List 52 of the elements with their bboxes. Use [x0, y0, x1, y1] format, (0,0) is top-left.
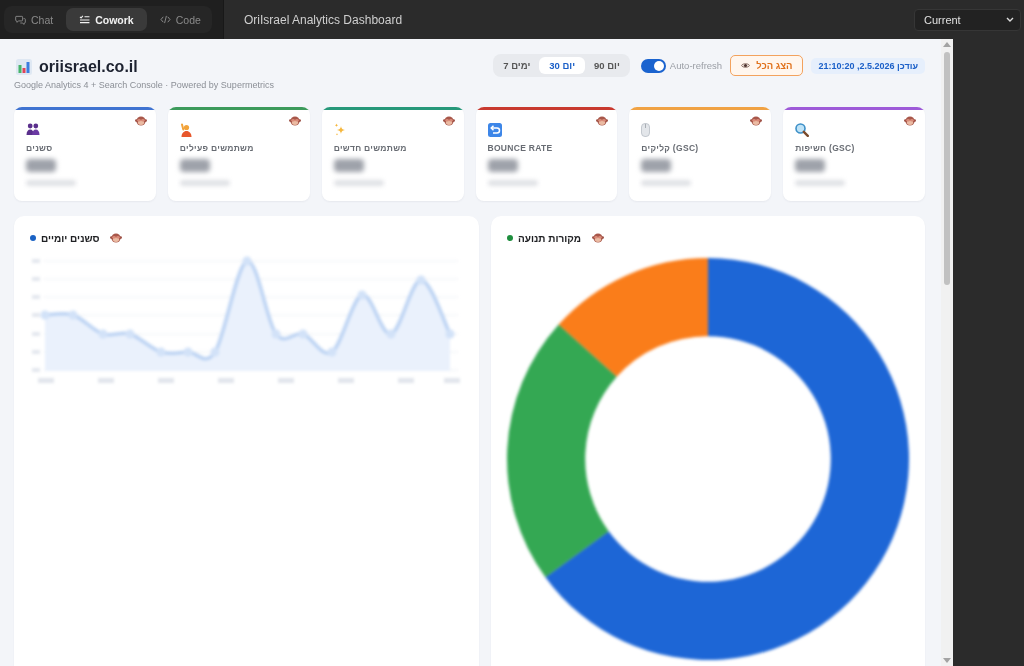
blurred-caption	[26, 180, 76, 186]
blurred-value	[333, 159, 364, 172]
blurred-value	[26, 159, 56, 172]
monkey-covering-eyes-icon[interactable]	[750, 116, 763, 126]
monkey-covering-eyes-icon[interactable]	[288, 116, 301, 126]
blurred-caption	[487, 180, 538, 186]
panel-title: מקורות תנועה	[518, 232, 581, 244]
range-tab[interactable]: 90 יום	[587, 57, 627, 74]
auto-refresh-label: Auto-refresh	[669, 60, 723, 71]
scrollbar[interactable]	[941, 39, 953, 666]
kpi-label: משתמשים חדשים	[333, 142, 408, 154]
checklist-icon	[79, 15, 91, 24]
mode-tab[interactable]: Code	[150, 8, 210, 31]
blurred-value	[487, 159, 518, 172]
mode-tab[interactable]: Chat	[6, 8, 63, 31]
site-subtitle: Google Analytics 4 + Search Console · Powered by Supermetrics	[14, 79, 274, 91]
site-title: oriisrael.co.il	[39, 58, 138, 76]
range-tab[interactable]: 30 יום	[539, 57, 586, 74]
people-icon	[26, 123, 40, 135]
monkey-covering-eyes-icon[interactable]	[110, 233, 123, 243]
monkey-covering-eyes-icon[interactable]	[591, 233, 604, 243]
auto-refresh-toggle[interactable]	[640, 58, 666, 73]
blurred-caption	[795, 180, 846, 186]
code-icon	[159, 15, 171, 24]
kpi-label: קליקים (GSC)	[641, 142, 700, 154]
eye-icon	[741, 62, 751, 69]
monkey-covering-eyes-icon[interactable]	[442, 116, 455, 126]
version-select[interactable]: Current	[914, 8, 1021, 31]
blurred-caption	[333, 180, 384, 186]
person-raising-hand-icon	[179, 123, 192, 137]
magnifier-icon	[795, 123, 810, 137]
mode-tab[interactable]: Cowork	[66, 8, 147, 31]
chat-bubbles-icon	[15, 14, 26, 25]
updated-timestamp: עודכן 2.5.2026, 21:10:20	[811, 57, 925, 74]
computer-mouse-icon	[641, 123, 651, 137]
monkey-covering-eyes-icon[interactable]	[904, 116, 916, 126]
blurred-caption	[179, 180, 230, 186]
kpi-label: משתמשים פעילים	[179, 142, 255, 154]
bar-chart-icon	[16, 59, 32, 75]
kpi-label: סשנים	[26, 142, 54, 154]
monkey-covering-eyes-icon[interactable]	[596, 116, 609, 126]
blurred-value	[179, 159, 210, 172]
window-title: OriIsrael Analytics Dashboard	[244, 12, 403, 27]
monkey-covering-eyes-icon[interactable]	[134, 116, 147, 126]
kpi-label: BOUNCE RATE	[487, 142, 554, 154]
blurred-value	[641, 159, 672, 172]
panel-title: סשנים יומיים	[41, 232, 100, 244]
kpi-label: חשיפות (GSC)	[795, 142, 856, 154]
blurred-value	[795, 159, 826, 172]
range-tab[interactable]: 7 ימים	[496, 57, 538, 74]
blurred-caption	[641, 180, 692, 186]
caret-icon	[1006, 17, 1014, 22]
